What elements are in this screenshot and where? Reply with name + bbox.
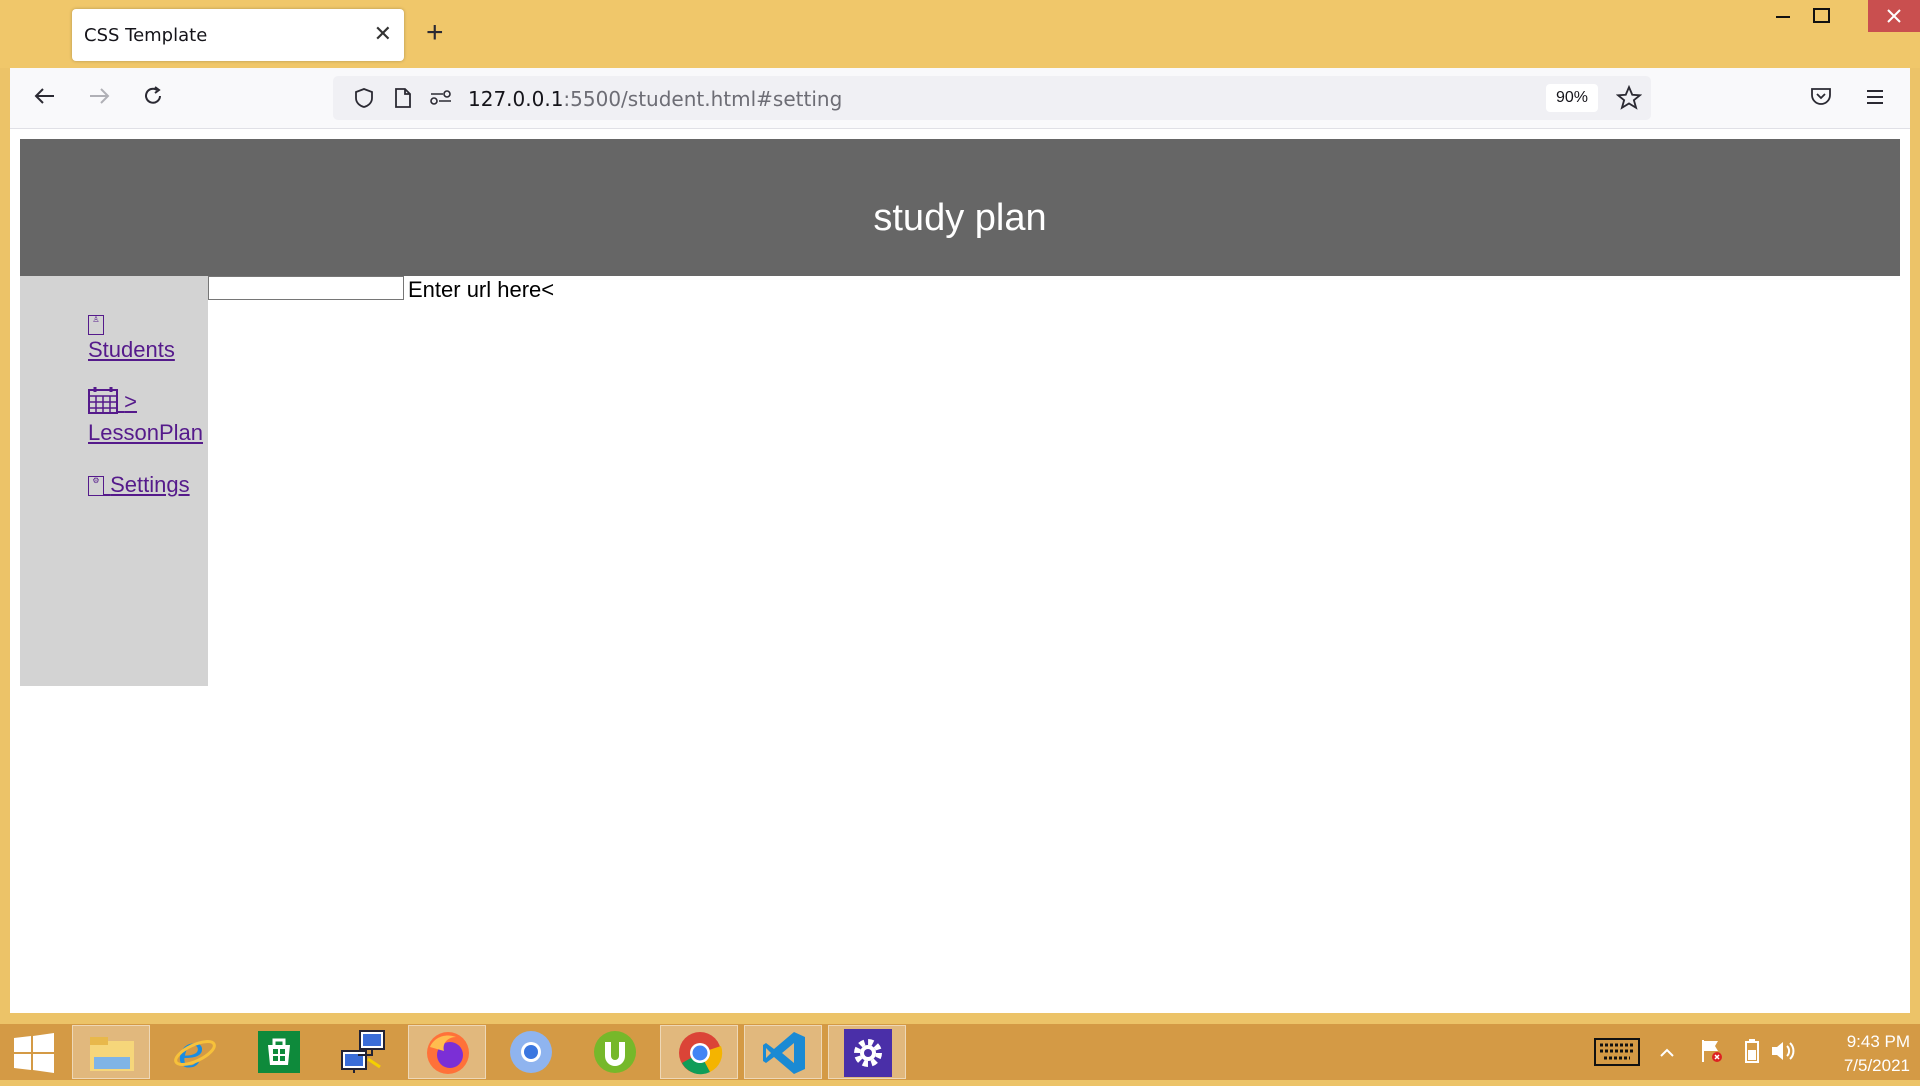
url-host: 127.0.0.1 [468, 87, 564, 111]
network-taskbar-button[interactable] [324, 1025, 402, 1079]
clock-date: 7/5/2021 [1843, 1056, 1910, 1075]
zoom-level-badge[interactable]: 90% [1546, 84, 1598, 112]
battery-icon[interactable] [1744, 1038, 1760, 1069]
keyboard-icon[interactable] [1594, 1038, 1640, 1071]
page-header: study plan [20, 139, 1900, 276]
url-path: :5500/student.html#setting [563, 87, 843, 111]
sidebar-link-settings[interactable]: ⚙ Settings [88, 472, 190, 498]
calendar-icon [88, 386, 118, 420]
clock-time: 9:43 PM [1846, 1032, 1910, 1051]
page-icon[interactable] [393, 87, 413, 114]
new-tab-button[interactable]: + [426, 18, 444, 48]
tab-css-template[interactable]: CSS Template ✕ [72, 9, 404, 61]
file-explorer-taskbar-button[interactable] [72, 1025, 150, 1079]
settings-taskbar-button[interactable] [828, 1025, 906, 1079]
title-bar: CSS Template ✕ + [0, 0, 1920, 68]
chromium-taskbar-button[interactable] [492, 1025, 570, 1079]
tab-close-icon[interactable]: ✕ [374, 21, 392, 47]
windows-start-button[interactable] [0, 1025, 70, 1079]
sidebar-link-students[interactable]: ♙ Students [88, 311, 175, 363]
vscode-taskbar-button[interactable] [744, 1025, 822, 1079]
firefox-taskbar-button[interactable] [408, 1025, 486, 1079]
taskbar-clock[interactable]: 9:43 PM 7/5/2021 [1810, 1030, 1910, 1078]
sidebar-label-settings: Settings [110, 472, 190, 497]
page-viewport: study plan ♙ Students > LessonPlan ⚙ Set… [10, 129, 1910, 1013]
chrome-taskbar-button[interactable] [660, 1025, 738, 1079]
action-center-flag-icon[interactable] [1700, 1038, 1724, 1069]
internet-explorer-taskbar-button[interactable]: e [156, 1025, 234, 1079]
permissions-icon[interactable] [429, 88, 453, 113]
forward-button[interactable] [82, 82, 116, 116]
url-input[interactable] [208, 276, 404, 300]
settings-icon: ⚙ [88, 476, 104, 497]
bookmark-star-icon[interactable] [1615, 84, 1643, 116]
students-icon: ♙ [88, 315, 104, 336]
sidebar-link-lessonplan[interactable]: > LessonPlan [88, 386, 203, 446]
pocket-icon[interactable] [1804, 82, 1838, 116]
maximize-button[interactable] [1798, 0, 1844, 32]
taskbar: e 9:43 PM 7/5/2021 [0, 1024, 1920, 1080]
enter-url-label: Enter url here< [408, 277, 555, 302]
sidebar-label-students: Students [88, 337, 175, 362]
menu-icon[interactable] [1858, 82, 1892, 116]
back-button[interactable] [28, 82, 62, 116]
tab-title: CSS Template [84, 25, 208, 46]
page-title: study plan [873, 197, 1047, 239]
close-window-button[interactable] [1868, 0, 1920, 32]
utorrent-taskbar-button[interactable] [576, 1025, 654, 1079]
sidebar-arrow: > [124, 388, 137, 414]
volume-icon[interactable] [1770, 1038, 1796, 1069]
address-bar[interactable]: 127.0.0.1:5500/student.html#setting 90% [333, 76, 1651, 120]
reload-button[interactable] [136, 82, 170, 116]
url-text[interactable]: 127.0.0.1:5500/student.html#setting [468, 87, 842, 111]
navigation-bar: 127.0.0.1:5500/student.html#setting 90% [10, 68, 1910, 129]
sidebar-label-lessonplan: LessonPlan [88, 420, 203, 445]
shield-icon[interactable] [353, 87, 375, 114]
store-taskbar-button[interactable] [240, 1025, 318, 1079]
sidebar: ♙ Students > LessonPlan ⚙ Settings [20, 276, 208, 686]
show-hidden-icons-chevron-icon[interactable] [1660, 1042, 1674, 1063]
